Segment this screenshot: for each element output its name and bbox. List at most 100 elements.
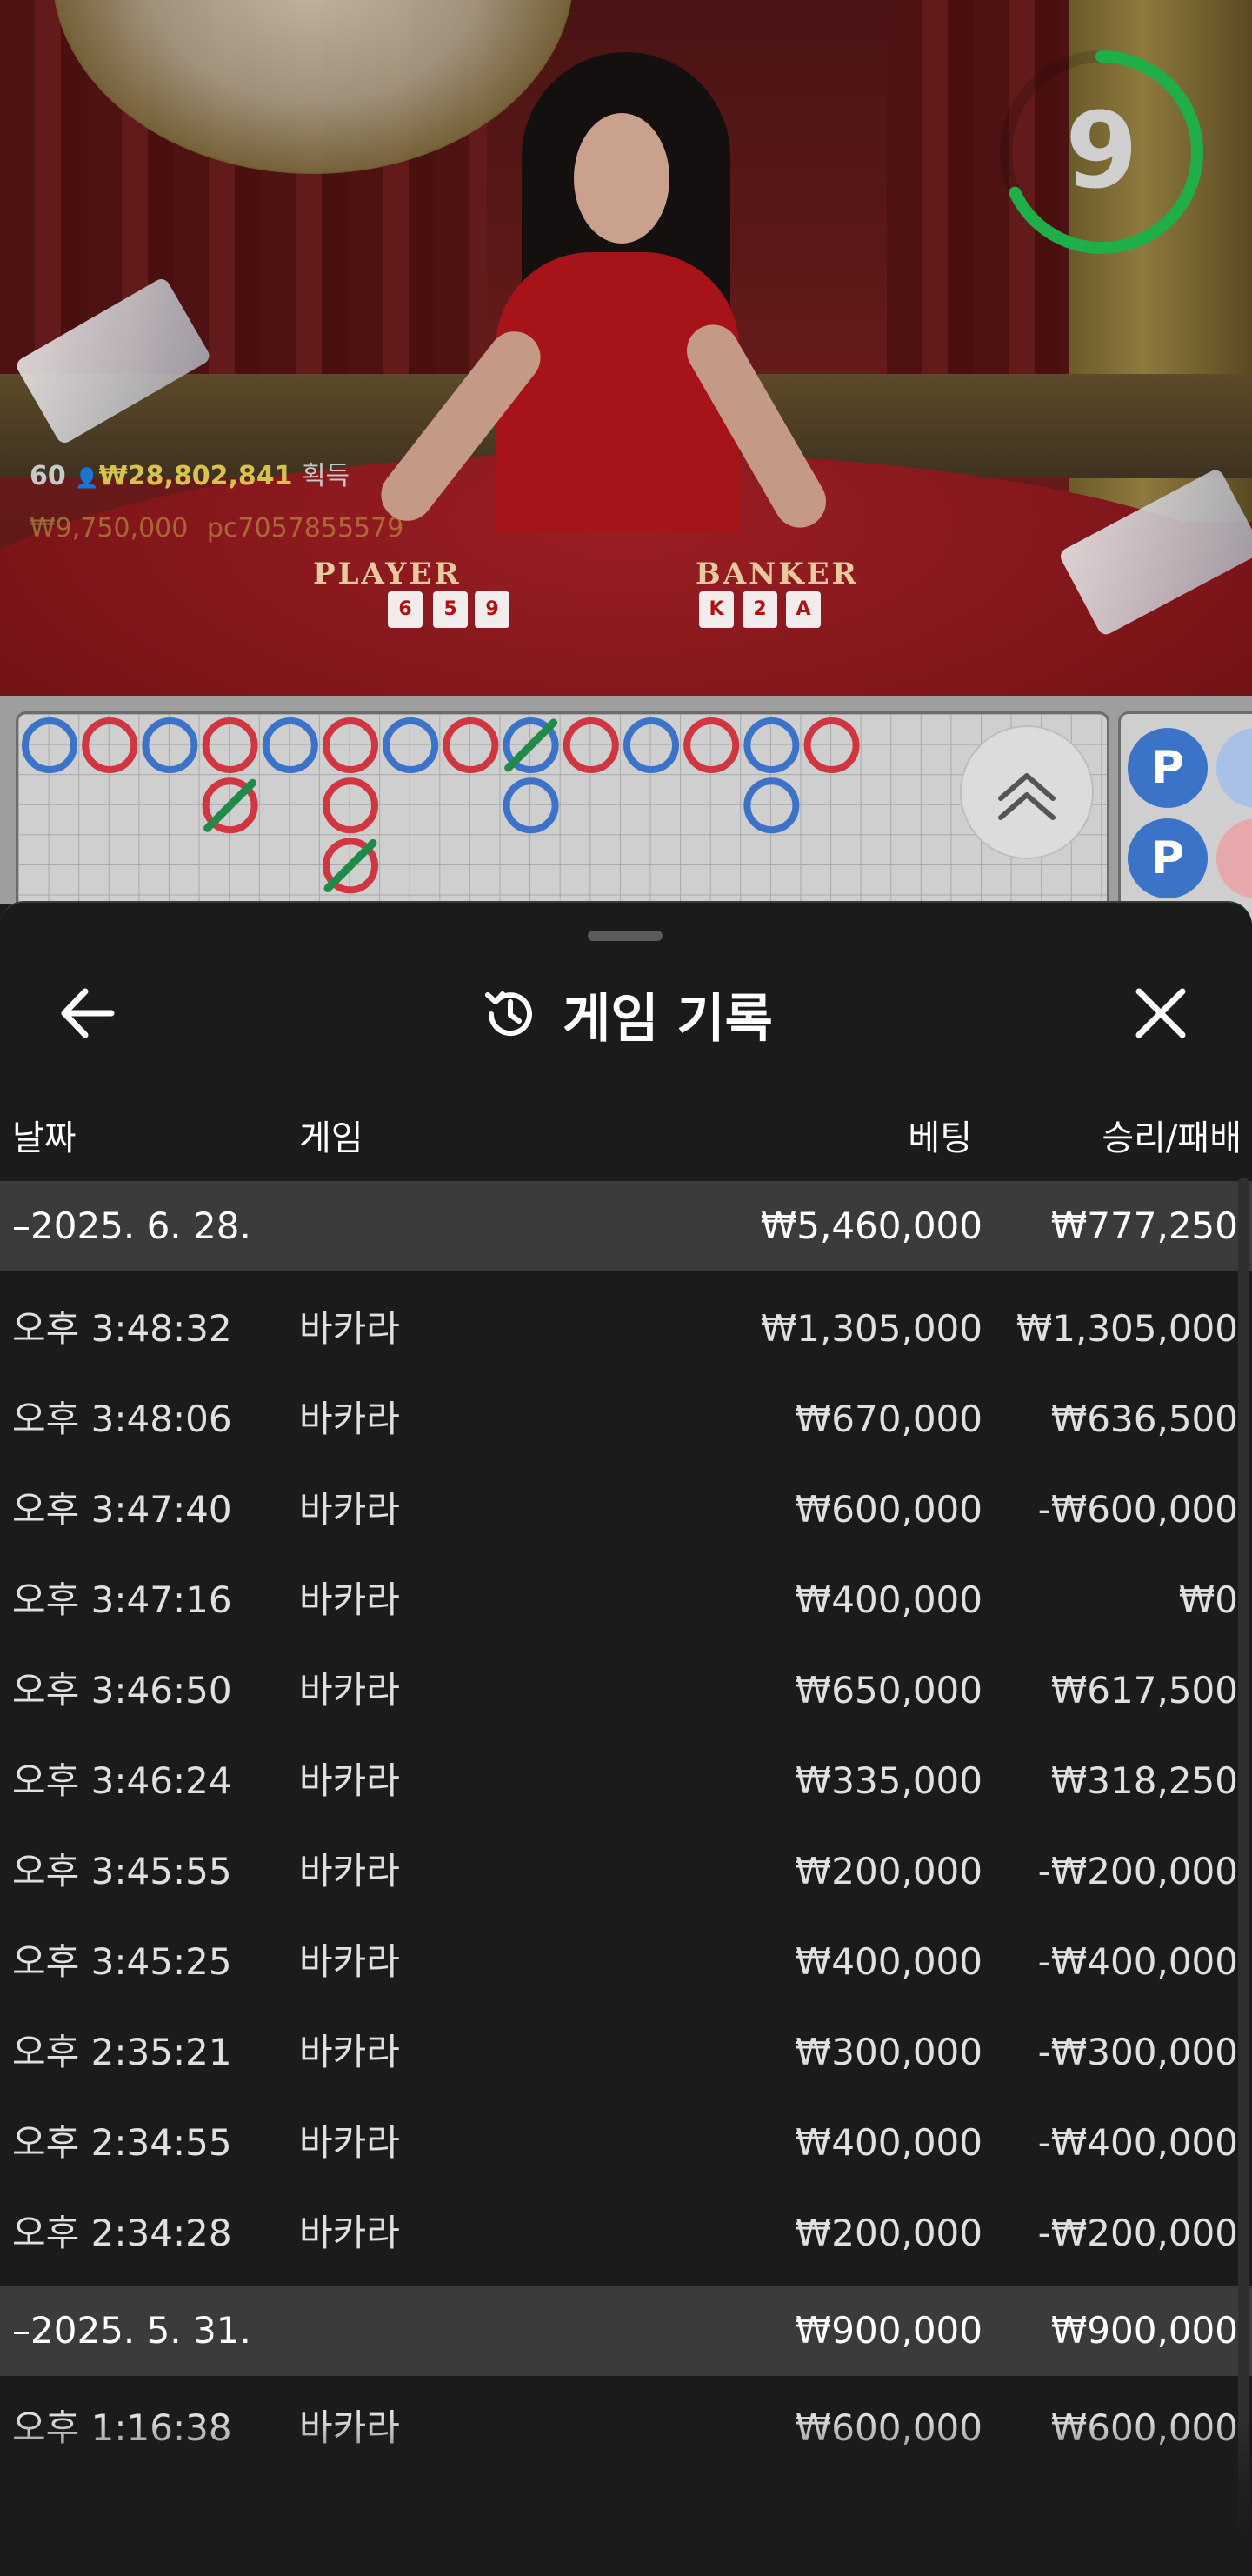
row-time: 오후 3:48:06 <box>12 1398 232 1440</box>
history-row[interactable]: 오후 3:48:32 바카라 ₩1,305,000 ₩1,305,000 <box>0 1284 1252 1374</box>
drag-handle[interactable] <box>588 931 663 941</box>
group-result-total: ₩777,250 <box>1050 1205 1238 1247</box>
big-road-banker-mark <box>323 717 378 773</box>
row-bet: ₩200,000 <box>795 2212 982 2254</box>
column-result: 승리/패배 <box>1102 1118 1242 1158</box>
row-bet: ₩1,305,000 <box>760 1307 982 1350</box>
row-time: 오후 2:34:55 <box>12 2121 232 2164</box>
history-scrollbar[interactable] <box>1238 1178 1249 2534</box>
row-result: -₩600,000 <box>1037 1488 1238 1531</box>
row-bet: ₩200,000 <box>795 1850 982 1892</box>
history-row[interactable]: 오후 3:48:06 바카라 ₩670,000 ₩636,500 <box>0 1374 1252 1465</box>
row-time: 오후 1:16:38 <box>12 2406 232 2449</box>
row-time: 오후 3:47:40 <box>12 1488 232 1531</box>
bead-partial <box>1216 818 1252 898</box>
history-row[interactable]: 오후 3:46:50 바카라 ₩650,000 ₩617,500 <box>0 1645 1252 1736</box>
banker-card: K <box>699 591 734 628</box>
countdown-timer-value: 9 <box>1065 91 1138 212</box>
bead-partial <box>1216 728 1252 808</box>
close-button[interactable] <box>1122 974 1200 1052</box>
row-game: 바카라 <box>299 2406 400 2449</box>
dealer <box>370 52 836 537</box>
big-road-banker-mark <box>443 717 499 773</box>
row-time: 오후 3:45:25 <box>12 1940 232 1983</box>
big-road-player-mark <box>262 717 318 773</box>
big-road-banker-mark <box>803 717 860 773</box>
double-chevron-up-icon <box>998 773 1056 820</box>
history-row[interactable]: 오후 2:34:28 바카라 ₩200,000 -₩200,000 <box>0 2188 1252 2279</box>
group-bet-total: ₩5,460,000 <box>760 1205 982 1247</box>
row-game: 바카라 <box>299 1669 400 1712</box>
big-road-player-mark <box>142 717 198 773</box>
row-bet: ₩600,000 <box>795 1488 982 1531</box>
row-bet: ₩400,000 <box>795 2121 982 2164</box>
history-row[interactable]: 오후 3:45:25 바카라 ₩400,000 -₩400,000 <box>0 1917 1252 2007</box>
big-road-banker-mark <box>82 717 138 773</box>
row-bet: ₩600,000 <box>795 2406 982 2449</box>
close-icon <box>1135 988 1186 1038</box>
history-date-group[interactable]: –2025. 5. 31. ₩900,000 ₩900,000 <box>0 2286 1252 2376</box>
row-game: 바카라 <box>299 2121 400 2164</box>
row-game: 바카라 <box>299 1759 400 1802</box>
row-bet: ₩670,000 <box>795 1398 982 1440</box>
row-game: 바카라 <box>299 1850 400 1892</box>
history-icon <box>485 991 533 1037</box>
group-date: –2025. 6. 28. <box>12 1205 251 1247</box>
row-time: 오후 3:45:55 <box>12 1850 232 1892</box>
big-road-player-mark <box>743 717 800 773</box>
row-result: -₩400,000 <box>1037 2121 1238 2164</box>
player-card: 5 <box>433 591 468 628</box>
history-row[interactable]: 오후 1:16:38 바카라 ₩600,000 ₩600,000 <box>0 2383 1252 2473</box>
big-road-player-mark <box>743 777 800 834</box>
row-game: 바카라 <box>299 1578 400 1621</box>
player-card: 9 <box>475 591 509 628</box>
row-result: -₩200,000 <box>1037 2212 1238 2254</box>
group-result-total: ₩900,000 <box>1050 2309 1238 2352</box>
live-video-stream: PLAYER BANKER 659 K2A 60 👤₩28,802,841 획득… <box>0 0 1252 696</box>
row-result: ₩1,305,000 <box>1016 1307 1238 1350</box>
row-time: 오후 3:48:32 <box>12 1307 232 1350</box>
history-row[interactable]: 오후 2:34:55 바카라 ₩400,000 -₩400,000 <box>0 2098 1252 2188</box>
row-result: -₩200,000 <box>1037 1850 1238 1892</box>
history-row[interactable]: 오후 2:35:21 바카라 ₩300,000 -₩300,000 <box>0 2007 1252 2098</box>
big-road-player-mark <box>22 717 77 773</box>
row-result: ₩318,250 <box>1050 1759 1238 1802</box>
player-area-label: PLAYER <box>313 557 462 591</box>
big-road-banker-mark <box>202 717 258 773</box>
history-row[interactable]: 오후 3:45:55 바카라 ₩200,000 -₩200,000 <box>0 1826 1252 1917</box>
row-bet: ₩400,000 <box>795 1578 982 1621</box>
row-time: 오후 3:46:50 <box>12 1669 232 1712</box>
row-time: 오후 3:46:24 <box>12 1759 232 1802</box>
total-winnings: ₩28,802,841 <box>98 461 293 491</box>
row-bet: ₩300,000 <box>795 2031 982 2073</box>
row-game: 바카라 <box>299 1940 400 1983</box>
row-result: ₩617,500 <box>1050 1669 1238 1712</box>
history-date-group[interactable]: –2025. 6. 28. ₩5,460,000 ₩777,250 <box>0 1181 1252 1271</box>
player-card: 6 <box>388 591 423 628</box>
row-time: 오후 3:47:16 <box>12 1578 232 1621</box>
column-bet: 베팅 <box>908 1118 972 1158</box>
history-row[interactable]: 오후 3:47:40 바카라 ₩600,000 -₩600,000 <box>0 1465 1252 1555</box>
winnings-suffix: 획득 <box>301 461 350 491</box>
row-game: 바카라 <box>299 1398 400 1440</box>
players-winnings-ticker: 60 👤₩28,802,841 획득 <box>30 454 350 492</box>
history-row[interactable]: 오후 3:46:24 바카라 ₩335,000 ₩318,250 <box>0 1736 1252 1826</box>
column-game: 게임 <box>299 1118 363 1158</box>
column-date: 날짜 <box>12 1118 77 1158</box>
row-bet: ₩650,000 <box>795 1669 982 1712</box>
panel-header: 게임 기록 <box>0 979 1252 1050</box>
row-time: 오후 2:35:21 <box>12 2031 232 2073</box>
history-row[interactable]: 오후 3:47:16 바카라 ₩400,000 ₩0 <box>0 1555 1252 1645</box>
game-history-panel: 게임 기록 날짜 게임 베팅 승리/패배 –2025. 6. 28. ₩5,460… <box>0 901 1252 2576</box>
expand-roadmap-button[interactable] <box>960 725 1094 859</box>
banker-card: 2 <box>743 591 777 628</box>
big-road-banker-mark <box>683 717 740 773</box>
row-bet: ₩400,000 <box>795 1940 982 1983</box>
row-bet: ₩335,000 <box>795 1759 982 1802</box>
big-road-banker-mark <box>323 777 378 834</box>
row-result: ₩636,500 <box>1050 1398 1238 1440</box>
panel-title: 게임 기록 <box>563 988 773 1050</box>
winner-amount: ₩9,750,000 <box>30 513 189 544</box>
bead-player: P <box>1128 818 1208 898</box>
player-count: 60 <box>30 461 66 491</box>
